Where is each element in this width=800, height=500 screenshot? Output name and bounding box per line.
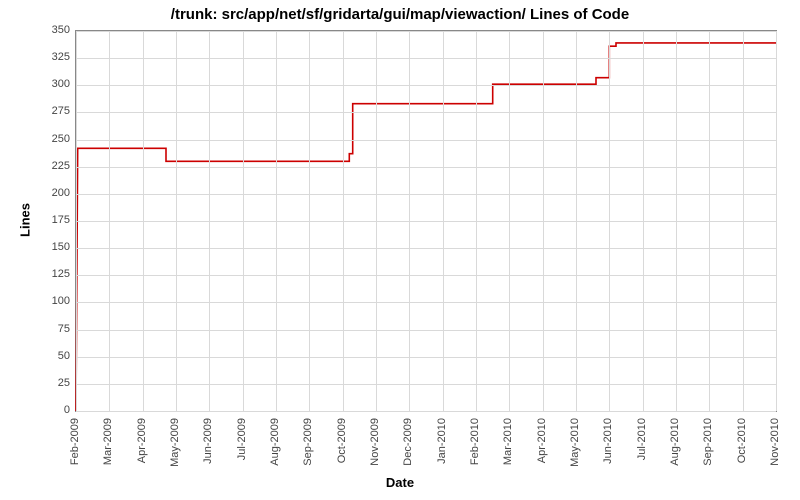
y-tick: 75 [10, 323, 70, 335]
x-tick: Mar-2010 [502, 418, 514, 465]
x-tick: Jun-2009 [202, 418, 214, 464]
y-tick: 175 [10, 214, 70, 226]
y-tick: 200 [10, 187, 70, 199]
y-tick: 325 [10, 51, 70, 63]
x-tick: Nov-2009 [369, 418, 381, 466]
y-tick: 25 [10, 377, 70, 389]
x-tick: Oct-2010 [736, 418, 748, 463]
x-tick: May-2010 [569, 418, 581, 467]
y-tick: 300 [10, 78, 70, 90]
loc-chart: /trunk: src/app/net/sf/gridarta/gui/map/… [0, 0, 800, 500]
x-tick: Apr-2010 [536, 418, 548, 463]
x-tick: May-2009 [169, 418, 181, 467]
y-tick: 0 [10, 404, 70, 416]
x-tick: Jul-2009 [236, 418, 248, 460]
x-tick: Sep-2010 [702, 418, 714, 466]
x-axis-label: Date [0, 475, 800, 490]
y-tick: 250 [10, 133, 70, 145]
x-tick: Jun-2010 [602, 418, 614, 464]
y-tick: 125 [10, 268, 70, 280]
x-tick: Dec-2009 [402, 418, 414, 466]
x-tick: Jan-2010 [436, 418, 448, 464]
x-tick: Oct-2009 [336, 418, 348, 463]
y-tick: 150 [10, 241, 70, 253]
y-tick: 225 [10, 160, 70, 172]
y-tick: 350 [10, 24, 70, 36]
y-tick: 100 [10, 295, 70, 307]
x-tick: Apr-2009 [136, 418, 148, 463]
chart-title: /trunk: src/app/net/sf/gridarta/gui/map/… [0, 6, 800, 23]
x-tick: Feb-2009 [69, 418, 81, 465]
y-tick: 50 [10, 350, 70, 362]
x-tick: Jul-2010 [636, 418, 648, 460]
x-tick: Aug-2009 [269, 418, 281, 466]
x-tick: Nov-2010 [769, 418, 781, 466]
y-tick: 275 [10, 105, 70, 117]
x-tick: Sep-2009 [302, 418, 314, 466]
x-tick: Aug-2010 [669, 418, 681, 466]
x-tick: Feb-2010 [469, 418, 481, 465]
plot-area [75, 30, 777, 412]
x-tick: Mar-2009 [102, 418, 114, 465]
